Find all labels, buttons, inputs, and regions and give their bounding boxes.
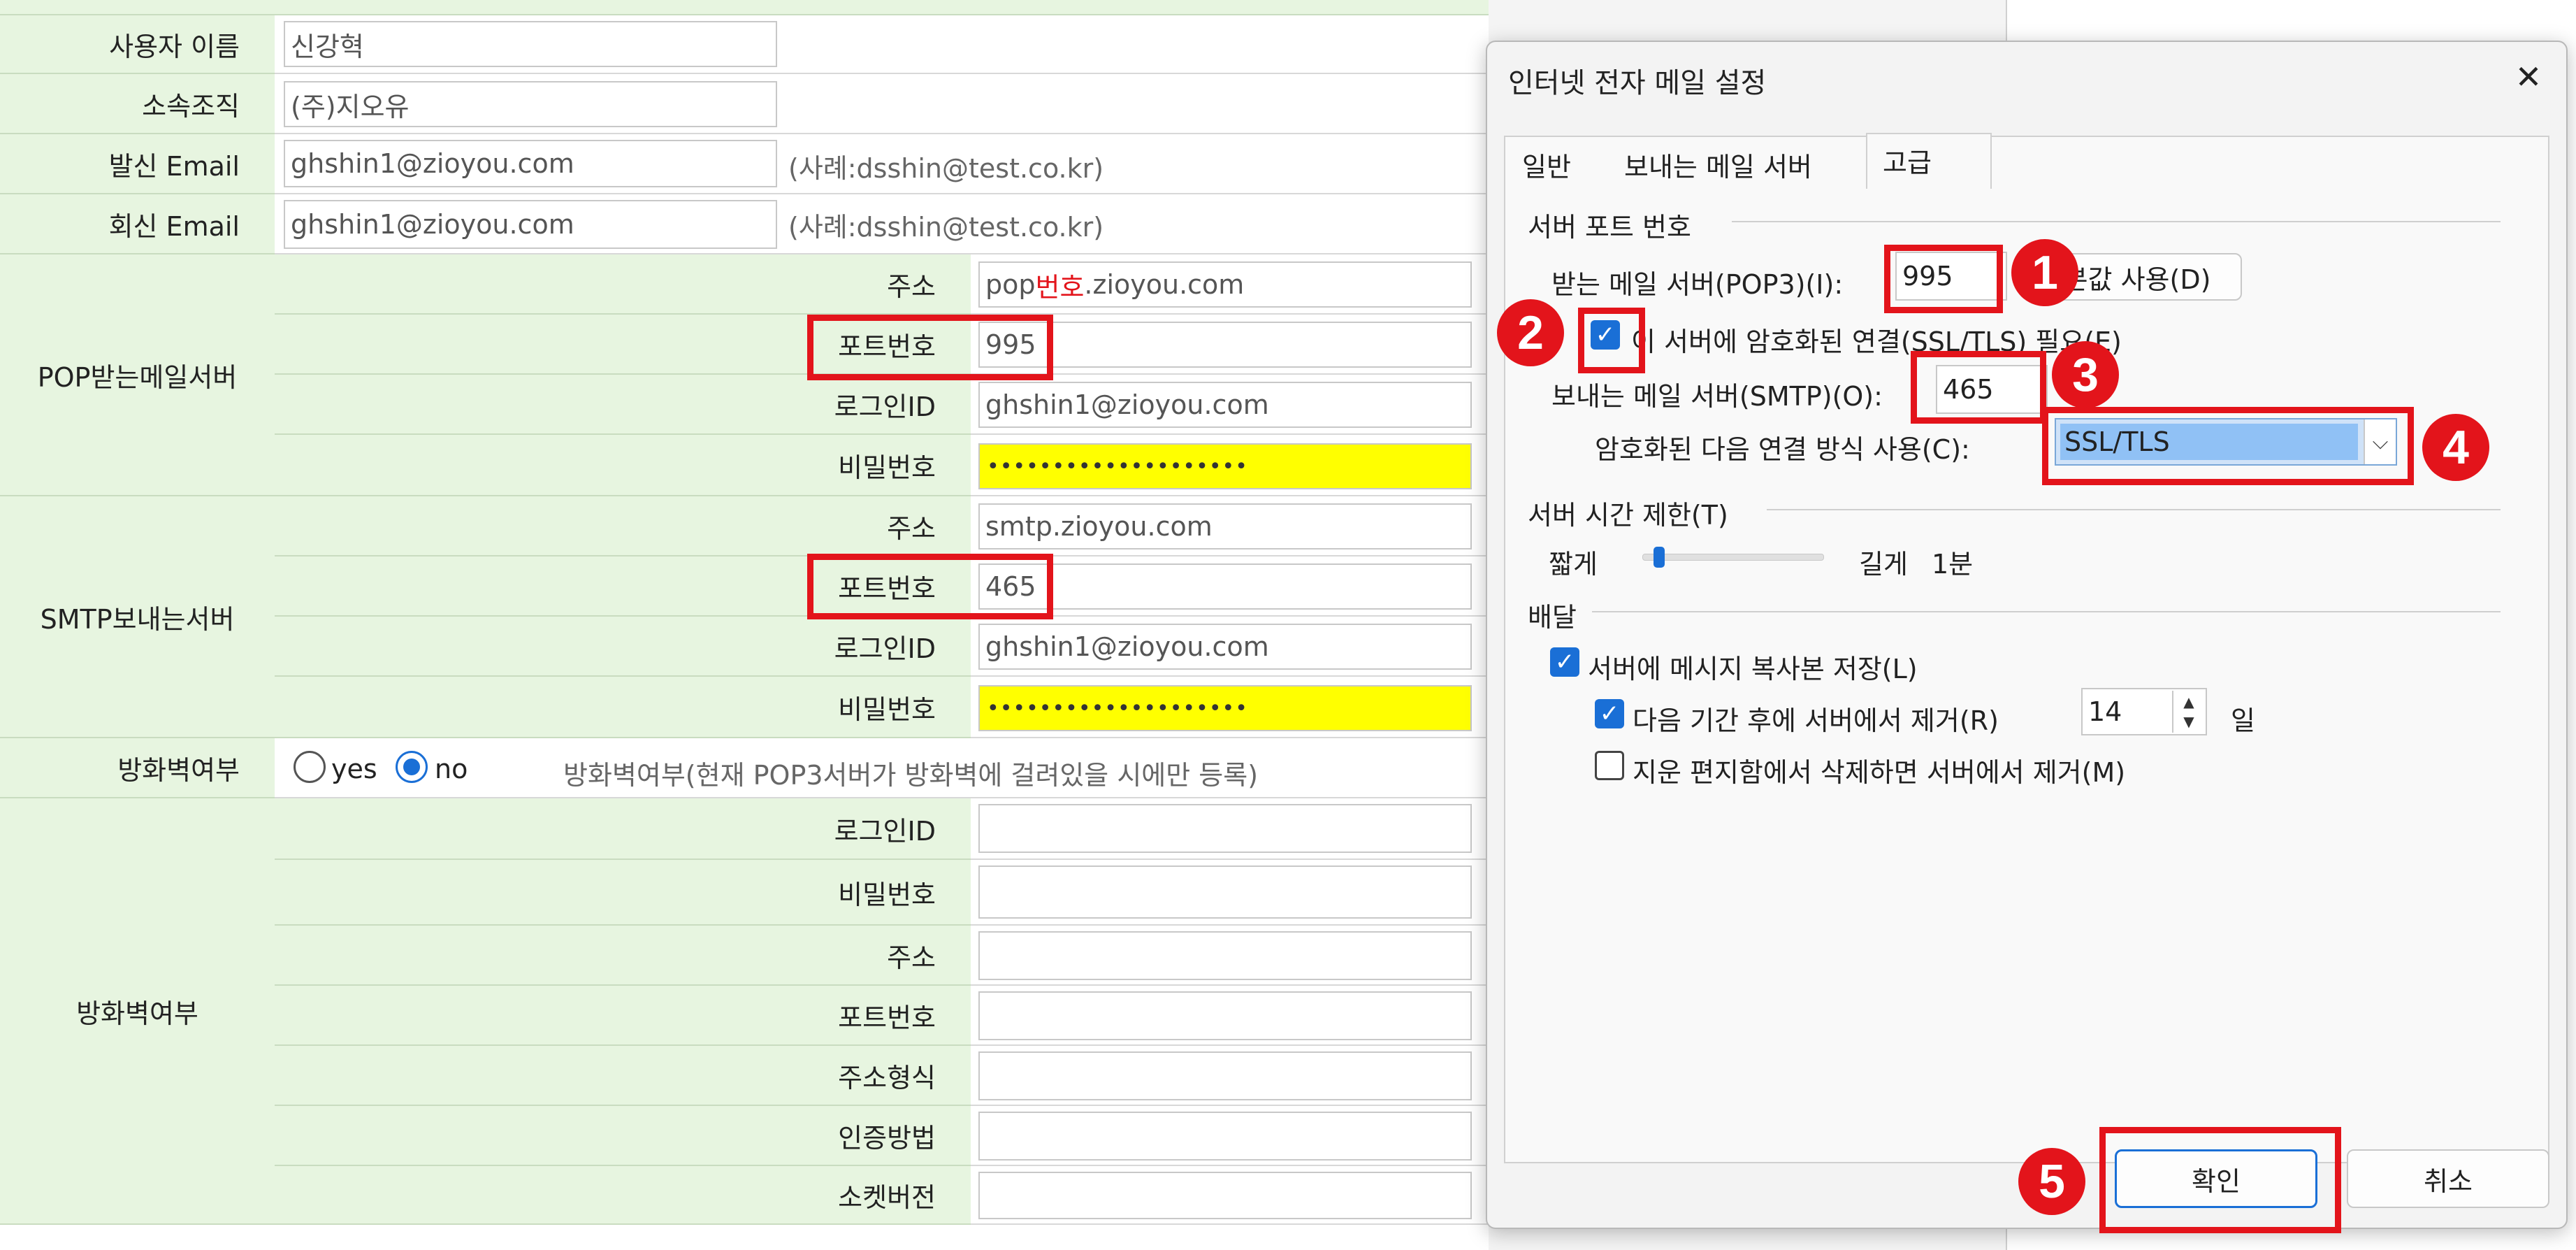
smtp-port-dialog-highlight xyxy=(1911,351,2046,424)
firewall-label: 방화벽여부 xyxy=(0,738,275,798)
send-email-input[interactable]: ghshin1@zioyou.com xyxy=(284,140,777,187)
fw-address-input[interactable] xyxy=(978,931,1472,980)
pop3-label: 받는 메일 서버(POP3)(I): xyxy=(1551,269,1844,300)
fw-port-label: 포트번호 xyxy=(275,986,971,1046)
smtp-address-input[interactable]: smtp.zioyou.com xyxy=(978,503,1472,549)
pop-address-highlight: 번호 xyxy=(1035,271,1085,303)
spin-up-icon[interactable]: ▲ xyxy=(2183,692,2194,712)
fw-socket-label: 소켓버전 xyxy=(275,1166,971,1225)
ssl-checkbox-highlight xyxy=(1578,308,1645,373)
fw-auth-label: 인증방법 xyxy=(275,1106,971,1166)
send-email-hint: (사례:dsshin@test.co.kr) xyxy=(788,153,1104,184)
remove-after-label: 다음 기간 후에 서버에서 제거(R) xyxy=(1633,705,1999,736)
fw-address-format-label: 주소형식 xyxy=(275,1046,971,1106)
fw-address-format-input[interactable] xyxy=(978,1051,1472,1100)
fw-auth-input[interactable] xyxy=(978,1112,1472,1161)
org-label: 소속조직 xyxy=(0,74,275,134)
tab-outgoing-server[interactable]: 보내는 메일 서버 xyxy=(1624,145,1812,184)
reply-email-label: 회신 Email xyxy=(0,194,275,254)
fw-login-label: 로그인ID xyxy=(275,798,971,860)
remove-deleted-label: 지운 편지함에서 삭제하면 서버에서 제거(M) xyxy=(1633,757,2126,788)
pop-address-input[interactable]: pop 번호 .zioyou.com xyxy=(978,261,1472,308)
server-port-section-title: 서버 포트 번호 xyxy=(1528,212,1691,243)
step-3-badge: 3 xyxy=(2052,341,2119,408)
pop-address-suffix: .zioyou.com xyxy=(1084,269,1245,300)
leave-copy-label: 서버에 메시지 복사본 저장(L) xyxy=(1588,654,1918,684)
fw-port-input[interactable] xyxy=(978,991,1472,1040)
smtp-password-input[interactable]: •••••••••••••••••••• xyxy=(978,685,1472,731)
encryption-label: 암호화된 다음 연결 방식 사용(C): xyxy=(1595,434,1970,465)
leave-copy-checkbox[interactable]: ✓ xyxy=(1550,647,1579,677)
cancel-button[interactable]: 취소 xyxy=(2347,1149,2549,1208)
pop-password-label: 비밀번호 xyxy=(275,435,971,496)
remove-deleted-checkbox[interactable] xyxy=(1595,751,1624,780)
close-icon[interactable]: ✕ xyxy=(2508,56,2549,98)
timeout-section-title: 서버 시간 제한(T) xyxy=(1528,500,1728,531)
user-name-label: 사용자 이름 xyxy=(0,15,275,74)
smtp-login-input[interactable]: ghshin1@zioyou.com xyxy=(978,624,1472,670)
tab-general[interactable]: 일반 xyxy=(1522,145,1571,184)
pop-login-label: 로그인ID xyxy=(275,375,971,435)
step-5-badge: 5 xyxy=(2018,1148,2085,1215)
cut-off-row xyxy=(0,0,1489,15)
timeout-slider-thumb[interactable] xyxy=(1654,547,1665,568)
send-email-label: 발신 Email xyxy=(0,134,275,194)
pop-login-input[interactable]: ghshin1@zioyou.com xyxy=(978,382,1472,428)
timeout-value: 1분 xyxy=(1932,549,1974,580)
step-2-badge: 2 xyxy=(1497,299,1564,366)
pop3-port-highlight xyxy=(1884,245,2003,313)
delivery-section-title: 배달 xyxy=(1528,602,1577,633)
email-settings-dialog: 인터넷 전자 메일 설정 ✕ 일반 보내는 메일 서버 고급 서버 포트 번호 … xyxy=(1486,41,2568,1229)
fw-address-label: 주소 xyxy=(275,926,971,986)
firewall-yes-label: yes xyxy=(331,754,377,784)
timeout-long-label: 길게 xyxy=(1859,549,1908,580)
smtp-login-label: 로그인ID xyxy=(275,617,971,677)
firewall-no-radio[interactable] xyxy=(396,751,428,783)
spin-down-icon[interactable]: ▼ xyxy=(2183,712,2194,731)
reply-email-input[interactable]: ghshin1@zioyou.com xyxy=(284,200,777,249)
pop-server-group-label: POP받는메일서버 xyxy=(0,254,275,496)
remove-after-checkbox[interactable]: ✓ xyxy=(1595,699,1624,728)
ok-button-highlight xyxy=(2099,1127,2341,1233)
tab-advanced[interactable]: 고급 xyxy=(1866,133,1992,189)
timeout-short-label: 짧게 xyxy=(1549,549,1598,580)
pop-address-label: 주소 xyxy=(275,254,971,315)
dialog-title: 인터넷 전자 메일 설정 xyxy=(1508,67,1767,99)
pop-password-input[interactable]: •••••••••••••••••••• xyxy=(978,443,1472,489)
encryption-highlight xyxy=(2042,407,2414,485)
firewall-hint: 방화벽여부(현재 POP3서버가 방화벽에 걸려있을 시에만 등록) xyxy=(563,760,1259,791)
timeout-slider[interactable] xyxy=(1642,554,1824,561)
days-spinner[interactable]: ▲ ▼ xyxy=(2172,691,2204,733)
fw-password-label: 비밀번호 xyxy=(275,860,971,926)
radio-dot-icon xyxy=(403,759,420,775)
remove-after-days-value: 14 xyxy=(2088,696,2122,727)
smtp-port-highlight xyxy=(807,554,1053,619)
tab-advanced-label: 고급 xyxy=(1883,148,1932,178)
step-4-badge: 4 xyxy=(2422,414,2489,481)
smtp-server-group-label: SMTP보내는서버 xyxy=(0,496,275,738)
pop-port-highlight xyxy=(807,315,1053,380)
reply-email-hint: (사례:dsshin@test.co.kr) xyxy=(788,212,1104,243)
smtp-password-label: 비밀번호 xyxy=(275,677,971,738)
firewall-yes-radio[interactable] xyxy=(294,751,326,783)
step-1-badge: 1 xyxy=(2011,239,2078,306)
firewall-group-label: 방화벽여부 xyxy=(0,798,275,1225)
ssl-required-label: 이 서버에 암호화된 연결(SSL/TLS) 필요(E) xyxy=(1631,326,2122,357)
pop-address-prefix: pop xyxy=(985,269,1036,300)
smtp-address-label: 주소 xyxy=(275,496,971,556)
fw-login-input[interactable] xyxy=(978,804,1472,853)
days-unit-label: 일 xyxy=(2231,705,2255,736)
fw-socket-input[interactable] xyxy=(978,1172,1472,1219)
fw-password-input[interactable] xyxy=(978,865,1472,919)
user-name-input[interactable]: 신강혁 xyxy=(284,21,777,67)
org-input[interactable]: (주)지오유 xyxy=(284,81,777,127)
firewall-no-label: no xyxy=(435,754,468,784)
smtp-label: 보내는 메일 서버(SMTP)(O): xyxy=(1551,381,1883,412)
